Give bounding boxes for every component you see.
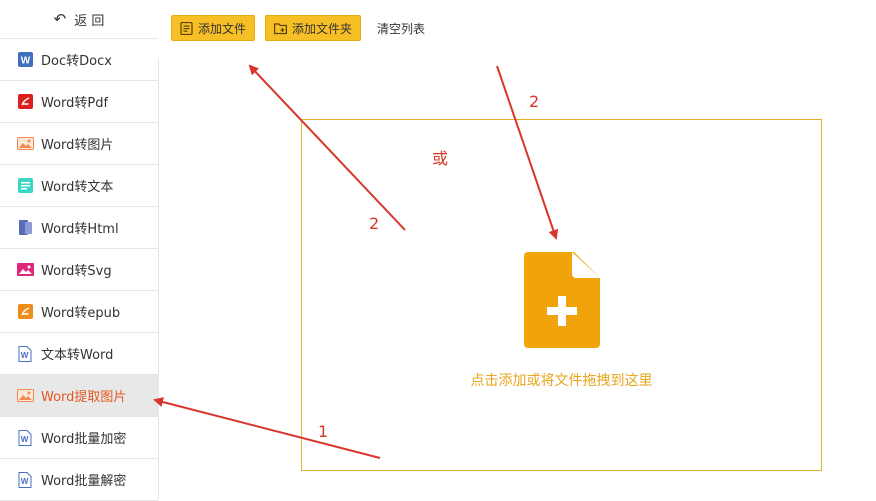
svg-text:W: W [21, 351, 29, 360]
sidebar-item-doc-to-docx[interactable]: W Doc转Docx [0, 39, 158, 81]
word-doc-icon: W [16, 52, 34, 67]
sidebar-item-word-batch-decrypt[interactable]: W Word批量解密 [0, 459, 158, 501]
add-file-button[interactable]: 添加文件 [171, 15, 256, 41]
sidebar-item-word-to-epub[interactable]: Word转epub [0, 291, 158, 333]
add-file-label: 添加文件 [198, 21, 247, 36]
sidebar-item-word-to-image[interactable]: Word转图片 [0, 123, 158, 165]
epub-icon [16, 304, 34, 319]
svg-text:W: W [20, 56, 30, 67]
annotation-step-2-right: 2 [529, 92, 540, 111]
text-icon [16, 178, 34, 193]
word-doc-icon: W [16, 429, 34, 446]
back-button[interactable]: ↶ 返 回 [0, 0, 158, 39]
sidebar-item-label: Word转Svg [41, 264, 112, 279]
sidebar-item-label: Word转图片 [41, 138, 114, 153]
sidebar-item-label: Word批量加密 [41, 432, 127, 447]
word-doc-icon: W [16, 345, 34, 362]
sidebar-item-word-to-pdf[interactable]: Word转Pdf [0, 81, 158, 123]
sidebar-item-label: Word批量解密 [41, 474, 127, 489]
svg-icon [16, 262, 34, 277]
annotation-step-1: 1 [318, 422, 329, 441]
add-folder-label: 添加文件夹 [292, 21, 353, 36]
image-icon [16, 388, 34, 403]
sidebar: ↶ 返 回 W Doc转Docx Word转Pdf Word转图片 Word转文… [0, 0, 159, 501]
pdf-icon [16, 94, 34, 109]
sidebar-item-label: Word转文本 [41, 180, 114, 195]
drop-zone-hint: 点击添加或将文件拖拽到这里 [470, 373, 653, 389]
sidebar-item-label: Word转Pdf [41, 96, 109, 111]
clear-list-button[interactable]: 清空列表 [377, 20, 425, 37]
sidebar-item-word-to-svg[interactable]: Word转Svg [0, 249, 158, 291]
back-arrow-icon: ↶ [53, 10, 67, 28]
sidebar-item-label: Word提取图片 [41, 390, 127, 405]
sidebar-item-word-extract-images[interactable]: Word提取图片 [0, 375, 158, 417]
file-drop-zone[interactable]: 点击添加或将文件拖拽到这里 [301, 119, 822, 471]
annotation-or: 或 [432, 149, 449, 168]
back-label: 返 回 [74, 13, 105, 29]
html-icon [16, 220, 34, 235]
annotation-step-2-left: 2 [369, 214, 380, 233]
add-folder-icon [274, 22, 287, 34]
sidebar-item-label: Word转epub [41, 306, 121, 321]
sidebar-item-label: 文本转Word [41, 348, 114, 363]
add-document-icon [524, 252, 600, 348]
add-folder-button[interactable]: 添加文件夹 [265, 15, 362, 41]
add-file-icon [180, 21, 193, 35]
toolbar: 添加文件 添加文件夹 清空列表 [158, 0, 876, 58]
word-doc-icon: W [16, 471, 34, 488]
sidebar-item-word-batch-encrypt[interactable]: W Word批量加密 [0, 417, 158, 459]
sidebar-item-text-to-word[interactable]: W 文本转Word [0, 333, 158, 375]
sidebar-item-word-to-html[interactable]: Word转Html [0, 207, 158, 249]
svg-text:W: W [21, 435, 29, 444]
image-icon [16, 136, 34, 151]
sidebar-item-label: Word转Html [41, 222, 119, 237]
sidebar-item-word-to-text[interactable]: Word转文本 [0, 165, 158, 207]
sidebar-item-label: Doc转Docx [41, 54, 112, 69]
svg-text:W: W [21, 477, 29, 486]
